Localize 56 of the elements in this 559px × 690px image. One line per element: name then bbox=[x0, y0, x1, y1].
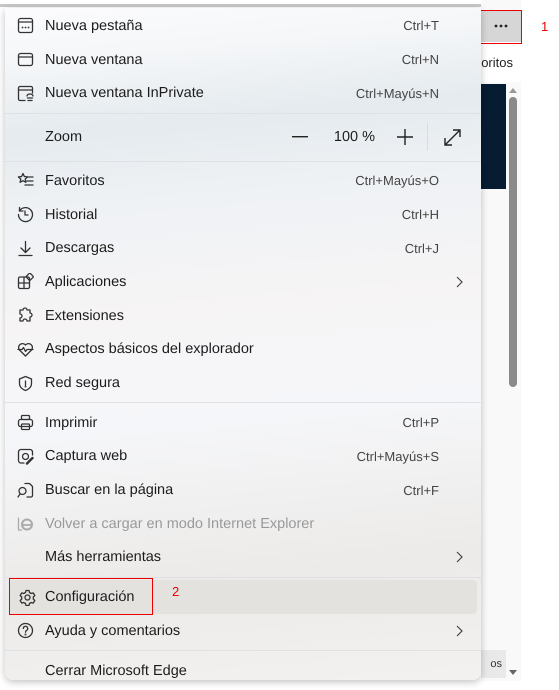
chevron-icon bbox=[456, 624, 463, 637]
window-icon bbox=[16, 51, 34, 68]
menu-item[interactable]: Nueva ventana InPrivate Ctrl+Mayús+N bbox=[5, 76, 481, 110]
menu-item[interactable]: Configuración 2 bbox=[9, 580, 477, 614]
menu-item[interactable]: Más herramientas bbox=[5, 540, 481, 574]
download-icon bbox=[16, 240, 34, 257]
apps-icon bbox=[16, 273, 34, 290]
shortcut-text: Ctrl+Mayús+S bbox=[356, 448, 439, 464]
page-search-icon bbox=[16, 482, 34, 499]
shortcut-text: Ctrl+N bbox=[402, 52, 439, 68]
menu-item[interactable]: Ayuda y comentarios bbox=[5, 614, 481, 648]
puzzle-icon bbox=[16, 307, 34, 324]
help-icon bbox=[16, 622, 34, 640]
shortcut-text: Ctrl+F bbox=[403, 482, 439, 498]
menu-item[interactable]: Favoritos Ctrl+Mayús+O bbox=[5, 164, 481, 198]
minus-icon bbox=[292, 136, 308, 138]
menu-item[interactable]: Aplicaciones bbox=[5, 265, 481, 299]
shield-icon bbox=[16, 374, 34, 392]
menu-item[interactable]: Historial Ctrl+H bbox=[5, 198, 481, 232]
menu-item[interactable]: Aspectos básicos del explorador bbox=[5, 332, 481, 366]
heart-pulse-icon bbox=[16, 340, 34, 358]
chevron-icon bbox=[456, 276, 463, 288]
shortcut-text: Ctrl+T bbox=[403, 18, 439, 34]
scroll-up-icon[interactable] bbox=[508, 86, 518, 94]
more-icon bbox=[494, 24, 508, 28]
shortcut-text: Ctrl+Mayús+N bbox=[356, 86, 439, 101]
shortcut-text: Ctrl+H bbox=[402, 207, 439, 222]
expand-icon bbox=[444, 128, 461, 146]
private-window-icon bbox=[16, 84, 34, 102]
menu-item[interactable]: Nueva ventana Ctrl+N bbox=[5, 42, 481, 76]
capture-icon bbox=[16, 448, 34, 465]
chevron-icon bbox=[456, 551, 463, 564]
scroll-down-icon[interactable] bbox=[508, 669, 518, 677]
menu-item[interactable]: Imprimir Ctrl+P bbox=[5, 406, 481, 440]
menu-item[interactable]: Extensiones bbox=[5, 298, 481, 332]
printer-icon bbox=[16, 414, 34, 432]
menu-item[interactable]: Red segura bbox=[5, 366, 481, 400]
zoom-level: 100 % bbox=[334, 129, 375, 146]
settings-icon bbox=[18, 588, 36, 606]
menu-item[interactable]: Nueva pestaña Ctrl+T bbox=[5, 9, 481, 43]
plus-icon bbox=[397, 129, 413, 146]
annotation-label: 1 bbox=[541, 19, 548, 34]
browser-e-icon bbox=[16, 515, 34, 532]
history-icon bbox=[16, 206, 34, 224]
menu-item[interactable]: Cerrar Microsoft Edge bbox=[5, 654, 481, 688]
shortcut-text: Ctrl+J bbox=[404, 240, 439, 256]
more-button[interactable] bbox=[481, 10, 521, 42]
menu-item[interactable]: Buscar en la página Ctrl+F bbox=[5, 473, 481, 507]
tab-icon bbox=[16, 17, 34, 34]
annotation-label: 2 bbox=[172, 584, 180, 600]
menu-item[interactable]: Descargas Ctrl+J bbox=[5, 231, 481, 266]
menu-item[interactable]: Captura web Ctrl+Mayús+S bbox=[5, 440, 481, 474]
page-button[interactable]: os bbox=[481, 650, 506, 678]
menu-item-label: Zoom bbox=[45, 129, 84, 146]
shortcut-text: Ctrl+Mayús+O bbox=[355, 173, 439, 188]
shortcut-text: Ctrl+P bbox=[402, 415, 439, 430]
